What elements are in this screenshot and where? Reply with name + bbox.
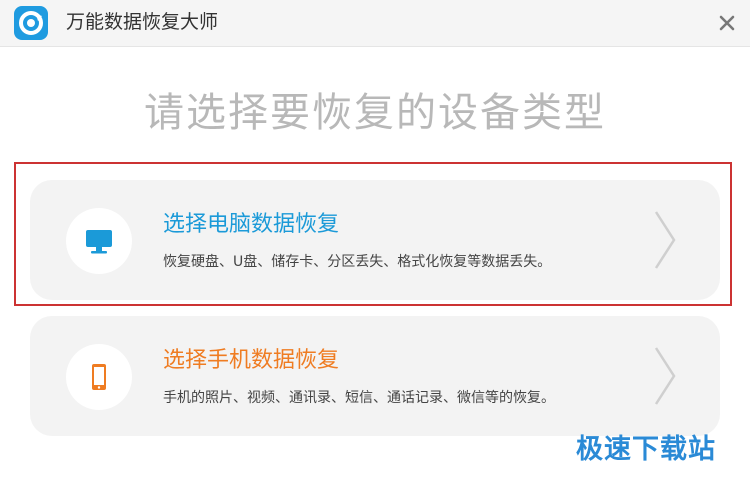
pc-recovery-option[interactable]: 选择电脑数据恢复 恢复硬盘、U盘、储存卡、分区丢失、格式化恢复等数据丢失。: [30, 180, 720, 300]
chevron-right-icon: [654, 211, 676, 269]
smartphone-icon-circle: [66, 344, 132, 410]
phone-recovery-option[interactable]: 选择手机数据恢复 手机的照片、视频、通讯录、短信、通话记录、微信等的恢复。: [30, 316, 720, 436]
phone-recovery-description: 手机的照片、视频、通讯录、短信、通话记录、微信等的恢复。: [163, 390, 555, 406]
close-button[interactable]: [714, 10, 740, 36]
monitor-icon-circle: [66, 208, 132, 274]
title-bar: 万能数据恢复大师: [0, 0, 750, 47]
page-heading: 请选择要恢复的设备类型: [144, 90, 606, 136]
pc-recovery-description: 恢复硬盘、U盘、储存卡、分区丢失、格式化恢复等数据丢失。: [163, 254, 552, 270]
chevron-right-icon: [654, 347, 676, 405]
pc-recovery-title: 选择电脑数据恢复: [163, 212, 340, 237]
window-title: 万能数据恢复大师: [66, 11, 219, 33]
smartphone-icon: [92, 364, 106, 390]
phone-recovery-title: 选择手机数据恢复: [163, 348, 340, 373]
monitor-icon: [86, 230, 112, 254]
recovery-logo-icon: [14, 6, 48, 40]
close-icon: [719, 15, 735, 31]
watermark: 极速下载站: [576, 434, 716, 465]
